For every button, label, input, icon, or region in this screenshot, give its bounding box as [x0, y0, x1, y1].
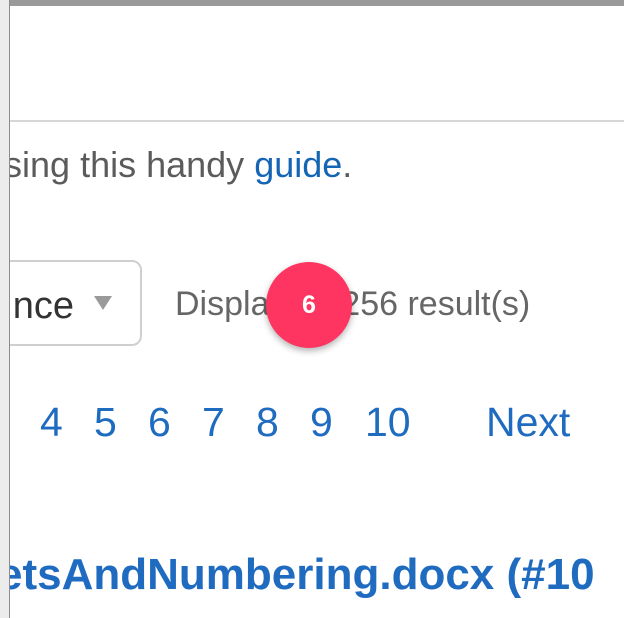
page-link-10[interactable]: 10 — [365, 396, 411, 448]
result-title-link[interactable]: etsAndNumbering.docx (#10 — [0, 547, 595, 603]
results-count: Displaying 256 result(s) — [175, 285, 531, 323]
caret-down-icon — [94, 296, 112, 310]
sort-select[interactable]: nce — [0, 260, 142, 346]
page-link-4[interactable]: 4 — [40, 396, 63, 448]
page-link-6[interactable]: 6 — [148, 396, 171, 448]
sort-select-value: nce — [12, 285, 74, 327]
help-text: using this handy guide. — [0, 143, 352, 187]
search-results-page: using this handy guide. nce Displaying 2… — [0, 0, 624, 618]
page-link-5[interactable]: 5 — [94, 396, 117, 448]
top-border — [0, 0, 624, 6]
page-link-9[interactable]: 9 — [310, 396, 333, 448]
search-input[interactable] — [10, 6, 624, 122]
guide-link[interactable]: guide — [254, 144, 342, 185]
step-marker-badge: 6 — [266, 262, 352, 348]
page-link-8[interactable]: 8 — [256, 396, 279, 448]
help-text-suffix: . — [342, 144, 353, 185]
next-page-link[interactable]: Next — [486, 396, 570, 448]
left-border — [0, 0, 10, 618]
pagination: 3 4 5 6 7 8 9 10 Next — [0, 396, 624, 452]
help-text-prefix: using this handy — [0, 144, 255, 185]
page-link-7[interactable]: 7 — [202, 396, 225, 448]
